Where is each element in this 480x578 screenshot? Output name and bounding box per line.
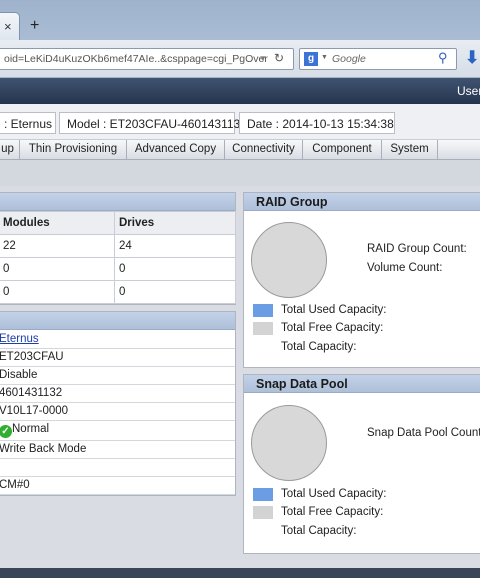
- search-bar[interactable]: g ▼ Google ⚲: [299, 48, 457, 70]
- table-cell: 0: [0, 257, 115, 281]
- download-icon[interactable]: ⬇: [465, 48, 479, 68]
- table-cell: 0: [114, 257, 236, 281]
- snap-data-pool-title: Snap Data Pool: [244, 375, 480, 393]
- property-row-blank: [0, 459, 235, 477]
- used-capacity-label: Total Used Capacity:: [281, 304, 387, 316]
- address-text: oid=LeKiD4uKuzOKb6mef47AIe..&csppage=cgi…: [4, 53, 268, 65]
- drives-header: Drives: [114, 211, 236, 235]
- properties-panel: Eternus ET203CFAU Disable 4601431132 V10…: [0, 311, 236, 496]
- table-cell: 0: [114, 280, 236, 304]
- total-capacity-label: Total Capacity:: [281, 341, 357, 353]
- property-row-status: ✓ Normal: [0, 421, 235, 441]
- browser-tabstrip: × +: [0, 0, 480, 40]
- table-header-row: Modules Drives: [0, 211, 236, 235]
- device-date-box: Date : 2014-10-13 15:34:38: [239, 112, 395, 134]
- search-engine-icon[interactable]: g: [304, 52, 318, 66]
- raid-group-count-label: RAID Group Count:: [367, 243, 467, 255]
- window-bottom-edge: [0, 568, 480, 578]
- menu-item-connectivity[interactable]: Connectivity: [225, 140, 303, 159]
- search-input[interactable]: Google: [332, 53, 366, 65]
- storage-name-link[interactable]: Eternus: [0, 333, 39, 345]
- total-capacity-label: Total Capacity:: [281, 525, 357, 537]
- main-menu: up Thin Provisioning Advanced Copy Conne…: [0, 140, 480, 160]
- device-name-box: : Eternus: [0, 112, 56, 134]
- free-capacity-label: Total Free Capacity:: [281, 506, 384, 518]
- reload-icon[interactable]: ↻: [274, 51, 284, 65]
- raid-group-panel: RAID Group RAID Group Count: Volume Coun…: [243, 192, 480, 368]
- new-tab-button[interactable]: +: [30, 18, 39, 34]
- snap-data-pool-panel: Snap Data Pool Snap Data Pool Count: Tot…: [243, 374, 480, 554]
- table-row: 0 0: [0, 280, 236, 304]
- check-circle-icon: ✓: [0, 425, 12, 438]
- modules-header: Modules: [0, 211, 115, 235]
- status-text: Normal: [12, 423, 50, 435]
- modules-table: Modules Drives 22 24 0 0 0 0: [0, 211, 236, 304]
- summary-panel: Modules Drives 22 24 0 0 0 0: [0, 192, 236, 305]
- table-row: 22 24: [0, 234, 236, 258]
- free-capacity-swatch: [253, 322, 273, 335]
- menu-item-component[interactable]: Component: [303, 140, 382, 159]
- property-row-name: Eternus: [0, 331, 235, 349]
- user-label[interactable]: User: [457, 84, 480, 98]
- table-cell: 22: [0, 234, 115, 258]
- address-bar[interactable]: oid=LeKiD4uKuzOKb6mef47AIe..&csppage=cgi…: [0, 48, 294, 70]
- property-row-serial: 4601431132: [0, 385, 235, 403]
- url-history-dropdown-icon[interactable]: ▼: [259, 54, 267, 63]
- menu-item-advanced-copy[interactable]: Advanced Copy: [127, 140, 225, 159]
- used-capacity-swatch: [253, 304, 273, 317]
- table-cell: 0: [0, 280, 115, 304]
- volume-count-label: Volume Count:: [367, 262, 443, 274]
- raid-capacity-pie: [251, 222, 327, 298]
- free-capacity-swatch: [253, 506, 273, 519]
- free-capacity-label: Total Free Capacity:: [281, 322, 384, 334]
- search-engine-dropdown-icon[interactable]: ▼: [321, 54, 328, 61]
- browser-navbar: oid=LeKiD4uKuzOKb6mef47AIe..&csppage=cgi…: [0, 40, 480, 78]
- property-row-cache-mode: Write Back Mode: [0, 441, 235, 459]
- snap-capacity-pie: [251, 405, 327, 481]
- raid-group-title: RAID Group: [244, 193, 480, 211]
- menu-item-thin-provisioning[interactable]: Thin Provisioning: [20, 140, 127, 159]
- summary-panel-header: [0, 193, 235, 211]
- property-row-firmware: V10L17-0000: [0, 403, 235, 421]
- property-row-model: ET203CFAU: [0, 349, 235, 367]
- table-cell: 24: [114, 234, 236, 258]
- menu-item-system[interactable]: System: [382, 140, 438, 159]
- search-icon[interactable]: ⚲: [438, 50, 448, 66]
- tab-close-icon[interactable]: ×: [4, 19, 12, 34]
- used-capacity-label: Total Used Capacity:: [281, 488, 387, 500]
- device-model-box: Model : ET203CFAU-4601431132: [59, 112, 247, 134]
- used-capacity-swatch: [253, 488, 273, 501]
- menu-item-group[interactable]: up: [0, 140, 20, 159]
- app-header: User: [0, 78, 480, 104]
- snap-pool-count-label: Snap Data Pool Count:: [367, 427, 480, 439]
- table-row: 0 0: [0, 257, 236, 281]
- device-info-strip: : Eternus Model : ET203CFAU-4601431132 D…: [0, 104, 480, 140]
- property-row-mode: Disable: [0, 367, 235, 385]
- properties-panel-header: [0, 312, 235, 330]
- sub-menu-bar: [0, 160, 480, 186]
- property-row-controller: CM#0: [0, 477, 235, 495]
